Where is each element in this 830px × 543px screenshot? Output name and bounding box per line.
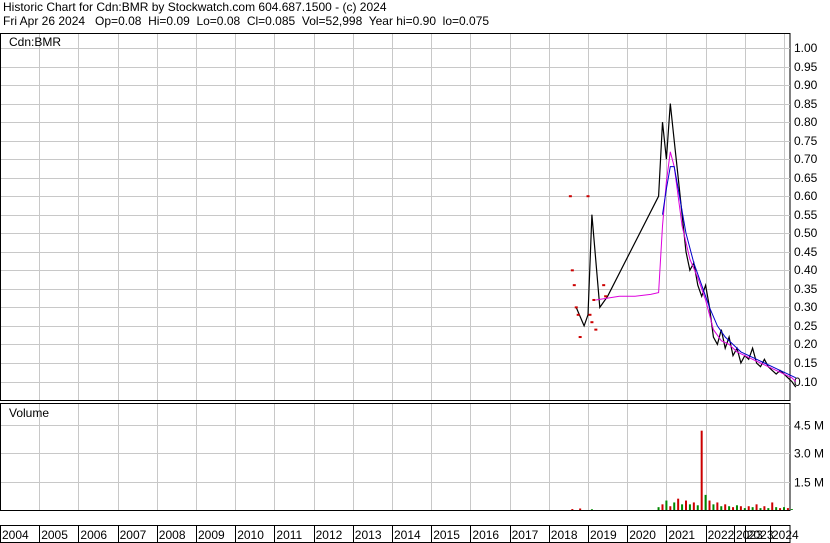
volume-panel-title: Volume xyxy=(9,406,49,420)
price-marker xyxy=(568,195,572,198)
volume-bar xyxy=(786,508,789,510)
price-marker xyxy=(588,313,592,316)
x-axis-tick-label: 2023 xyxy=(736,528,763,542)
price-y-tick-label: 0.65 xyxy=(794,171,818,185)
price-marker xyxy=(590,321,594,324)
x-axis-tick-label: 2021 xyxy=(668,528,695,542)
volume-bar xyxy=(751,507,754,510)
x-axis-tick-label: 2022 xyxy=(708,528,735,542)
volume-bar xyxy=(755,504,758,510)
volume-bar xyxy=(700,430,703,510)
x-axis-tick-label: 2005 xyxy=(41,528,68,542)
volume-bar xyxy=(579,508,582,510)
volume-bar xyxy=(716,502,719,510)
x-axis-tick-label: 2019 xyxy=(590,528,617,542)
price-y-tick-label: 0.85 xyxy=(794,97,818,111)
volume-bar xyxy=(743,508,746,510)
volume-bar xyxy=(669,506,672,510)
price-y-tick-label: 0.45 xyxy=(794,245,818,259)
volume-y-tick-label: 4.5 M xyxy=(794,419,824,433)
x-axis-tick-label: 2007 xyxy=(120,528,147,542)
volume-bar xyxy=(681,504,684,510)
volume-bar xyxy=(688,504,691,510)
price-y-tick-label: 0.60 xyxy=(794,189,818,203)
price-y-tick-label: 0.50 xyxy=(794,226,818,240)
volume-bar xyxy=(767,508,770,510)
price-y-tick-label: 0.35 xyxy=(794,282,818,296)
volume-bar xyxy=(696,505,699,510)
price-y-tick-label: 0.75 xyxy=(794,134,818,148)
price-y-tick-label: 0.90 xyxy=(794,78,818,92)
price-y-tick-label: 0.20 xyxy=(794,337,818,351)
historic-chart: 1.00 0.95 0.90 0.85 0.80 0.75 0.70 0.65 0.60 0.55… xyxy=(0,33,824,543)
price-y-tick-label: 0.10 xyxy=(794,375,818,389)
volume-bar xyxy=(779,508,782,510)
price-y-tick-label: 0.40 xyxy=(794,263,818,277)
volume-bar xyxy=(708,500,711,510)
price-y-tick-label: 0.15 xyxy=(794,356,818,370)
price-marker xyxy=(574,306,578,309)
volume-bar xyxy=(712,504,715,510)
price-marker xyxy=(594,328,598,331)
x-axis-tick-label: 2015 xyxy=(433,528,460,542)
volume-bar xyxy=(771,502,774,510)
x-axis-tick-label: 2024 xyxy=(772,528,799,542)
price-y-tick-label: 0.25 xyxy=(794,319,818,333)
volume-bar xyxy=(735,505,738,510)
price-panel-title: Cdn:BMR xyxy=(9,35,61,49)
x-axis-tick-label: 2020 xyxy=(629,528,656,542)
volume-bar xyxy=(661,504,664,510)
volume-bar xyxy=(759,508,762,510)
volume-y-tick-label: 1.5 M xyxy=(794,476,824,490)
volume-bar xyxy=(571,509,574,510)
volume-bar xyxy=(677,498,680,510)
volume-bar xyxy=(657,507,660,510)
price-marker xyxy=(602,284,606,287)
volume-bar xyxy=(685,500,687,510)
price-y-tick-label: 0.70 xyxy=(794,152,818,166)
volume-y-tick-label: 3.0 M xyxy=(794,447,824,461)
x-axis-tick-label: 2010 xyxy=(237,528,264,542)
volume-bar xyxy=(775,507,778,510)
volume-bar xyxy=(739,506,742,510)
price-marker xyxy=(576,313,580,316)
volume-bar xyxy=(665,500,668,510)
x-axis-tick-label: 2013 xyxy=(355,528,382,542)
price-y-tick-label: 1.00 xyxy=(794,41,818,55)
volume-bar xyxy=(747,506,750,510)
x-axis-tick-label: 2004 xyxy=(2,528,29,542)
x-axis-tick-label: 2011 xyxy=(276,528,302,542)
volume-bar xyxy=(673,502,676,510)
x-axis-tick-label: 2006 xyxy=(80,528,107,542)
price-y-tick-label: 0.80 xyxy=(794,115,818,129)
x-axis-tick-label: 2009 xyxy=(198,528,225,542)
x-axis-tick-label: 2008 xyxy=(159,528,186,542)
volume-bar xyxy=(720,506,723,510)
volume-bar xyxy=(790,509,793,510)
x-axis-tick-label: 2017 xyxy=(512,528,539,542)
x-axis-tick-label: 2016 xyxy=(472,528,499,542)
volume-bar xyxy=(590,509,593,510)
price-marker xyxy=(572,284,576,287)
x-axis-tick-label: 2012 xyxy=(316,528,343,542)
volume-bar xyxy=(728,506,731,510)
volume-bar xyxy=(704,494,707,510)
price-marker xyxy=(604,295,608,298)
volume-bar xyxy=(724,504,727,510)
price-marker xyxy=(592,298,596,301)
volume-bar xyxy=(783,507,785,510)
price-marker xyxy=(578,336,582,339)
price-y-tick-label: 0.30 xyxy=(794,300,818,314)
price-y-tick-label: 0.55 xyxy=(794,208,818,222)
x-axis-tick-label: 2014 xyxy=(394,528,421,542)
price-y-tick-label: 0.95 xyxy=(794,60,818,74)
volume-bar xyxy=(763,506,766,510)
volume-bar xyxy=(732,507,735,510)
x-axis-tick-label: 2018 xyxy=(551,528,578,542)
price-marker xyxy=(586,195,590,198)
volume-bar xyxy=(692,502,695,510)
price-marker xyxy=(570,269,574,272)
